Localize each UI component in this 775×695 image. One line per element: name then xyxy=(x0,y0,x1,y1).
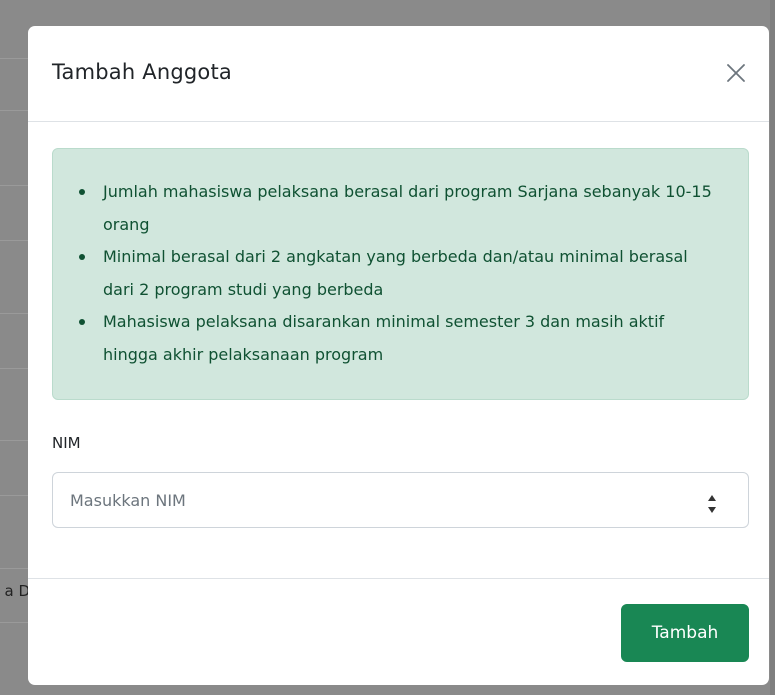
close-button[interactable] xyxy=(725,62,747,84)
close-icon xyxy=(727,64,745,82)
background-divider xyxy=(0,622,30,623)
info-list-item-text: Jumlah mahasiswa pelaksana berasal dari … xyxy=(103,182,712,234)
page-backdrop-edge xyxy=(770,0,775,695)
info-alert: Jumlah mahasiswa pelaksana berasal dari … xyxy=(52,148,749,400)
info-list: Jumlah mahasiswa pelaksana berasal dari … xyxy=(79,176,719,371)
bullet-icon xyxy=(79,189,85,195)
chevron-down-icon xyxy=(708,507,716,513)
spin-down-button[interactable] xyxy=(706,500,718,513)
info-list-item: Jumlah mahasiswa pelaksana berasal dari … xyxy=(79,176,719,241)
background-divider xyxy=(0,185,30,186)
background-divider xyxy=(0,368,30,369)
spin-up-button[interactable] xyxy=(706,489,718,501)
modal-header: Tambah Anggota xyxy=(28,26,769,122)
background-divider xyxy=(0,495,30,496)
nim-input[interactable] xyxy=(52,472,749,528)
info-list-item: Minimal berasal dari 2 angkatan yang ber… xyxy=(79,241,719,306)
info-list-item-text: Mahasiswa pelaksana disarankan minimal s… xyxy=(103,312,665,364)
modal-title: Tambah Anggota xyxy=(52,60,232,84)
nim-label: NIM xyxy=(52,434,81,452)
bullet-icon xyxy=(79,319,85,325)
background-divider xyxy=(0,58,30,59)
number-spinner xyxy=(706,489,718,513)
add-member-modal: Tambah Anggota Jumlah mahasiswa pelaksan… xyxy=(28,26,769,685)
background-divider xyxy=(0,240,30,241)
add-member-button[interactable]: Tambah xyxy=(621,604,749,662)
info-list-item-text: Minimal berasal dari 2 angkatan yang ber… xyxy=(103,247,688,299)
background-divider xyxy=(0,313,30,314)
background-divider xyxy=(0,440,30,441)
info-list-item: Mahasiswa pelaksana disarankan minimal s… xyxy=(79,306,719,371)
background-divider xyxy=(0,568,30,569)
modal-footer: Tambah xyxy=(28,578,769,685)
background-divider xyxy=(0,110,30,111)
background-text-fragment: a D xyxy=(4,582,30,600)
bullet-icon xyxy=(79,254,85,260)
